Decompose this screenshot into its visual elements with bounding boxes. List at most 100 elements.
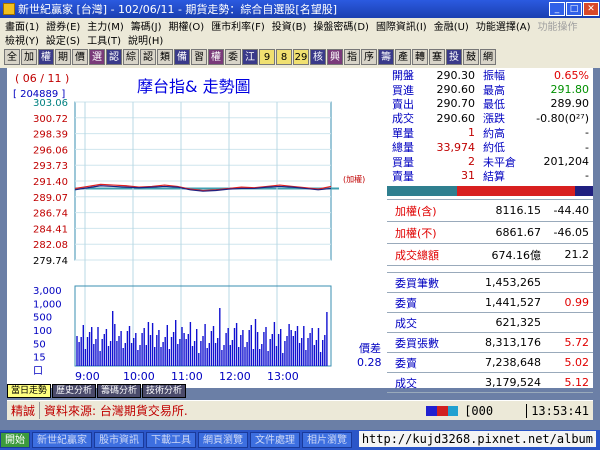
toolbar-button[interactable]: 轉 (412, 49, 428, 65)
order-ratio: 0.99 (564, 296, 590, 310)
toolbar-button[interactable]: 產 (395, 49, 411, 65)
close-button[interactable]: ✕ (583, 2, 599, 16)
order-row: 委買筆數 1,453,265 (387, 273, 593, 294)
toolbar-button[interactable]: 備 (174, 49, 190, 65)
toolbar-button[interactable]: 江 (242, 49, 258, 65)
toolbar-button[interactable]: 8 (276, 49, 292, 65)
toolbar-button[interactable]: 期 (55, 49, 71, 65)
quote-value: - (585, 140, 589, 154)
toolbar-button[interactable]: 認 (140, 49, 156, 65)
toolbar-button[interactable]: 9 (259, 49, 275, 65)
menu-item[interactable]: 畫面(1) (5, 18, 39, 33)
quote-row: 買量 2 未平倉 201,204 (387, 154, 593, 169)
menu-item[interactable]: 工具(T) (87, 32, 121, 47)
price-tick-label: 282.08 (33, 240, 68, 251)
toolbar-button[interactable]: 權 (38, 49, 54, 65)
toolbar-button[interactable]: 價 (72, 49, 88, 65)
footer-url: http://kujd3268.pixnet.net/album (358, 431, 596, 447)
price-tick-label: 300.72 (33, 114, 68, 125)
trend-chart: ( 06 / 11 ) 摩台指& 走勢圖 [ 204889 ] (加權) 價差 … (7, 68, 387, 388)
index-rows: 加權(含) 8116.15 -44.40 加權(不) 6861.67 -46.05 成交總額… (387, 199, 593, 267)
quote-label: 賣量 (392, 169, 414, 183)
taskbar-item[interactable]: 網頁瀏覽 (198, 432, 248, 448)
app-icon (3, 3, 15, 15)
tab-1[interactable]: 當日走勢 (7, 384, 52, 398)
quote-color-bar (387, 186, 593, 197)
order-label: 委賣 (395, 356, 417, 370)
index-row: 加權(不) 6861.67 -46.05 (387, 222, 593, 245)
toolbar-button[interactable]: 籌 (378, 49, 394, 65)
status-source: 資料來源: 台灣期貨交易所. (44, 404, 188, 418)
menu-item[interactable]: 金融(U) (434, 18, 469, 33)
order-label: 成交 (395, 376, 417, 390)
toolbar-button[interactable]: 選 (89, 49, 105, 65)
toolbar-button[interactable]: 指 (344, 49, 360, 65)
toolbar-button[interactable]: 鼓 (463, 49, 479, 65)
volume-tick-label: 口 (33, 366, 43, 377)
window-title: 新世紀贏家 [台灣] - 102/06/11 - 期貨走勢：綜合自選股[名望股] (18, 3, 337, 16)
toolbar-button[interactable]: 投 (446, 49, 462, 65)
menu-item[interactable]: 證券(E) (46, 18, 80, 33)
toolbar-button[interactable]: 核 (310, 49, 326, 65)
order-row: 委賣 1,441,527 0.99 (387, 293, 593, 314)
status-code: [000 (464, 403, 494, 418)
price-tick-label: 293.73 (33, 161, 68, 172)
index-change: -46.05 (553, 226, 589, 240)
menu-item[interactable]: 功能選擇(A) (476, 18, 531, 33)
quote-value: 290.70 (436, 97, 476, 111)
quote-value: 290.30 (436, 68, 476, 82)
toolbar-button[interactable]: 塞 (429, 49, 445, 65)
menu-item[interactable]: 功能操作 (537, 18, 577, 33)
menu-item[interactable]: 主力(M) (87, 18, 123, 33)
minimize-button[interactable]: _ (549, 2, 565, 16)
toolbar-button[interactable]: 類 (157, 49, 173, 65)
order-row: 委買張數 8,313,176 5.72 (387, 333, 593, 354)
quote-row: 賣量 31 結算 - (387, 169, 593, 183)
toolbar-button[interactable]: 全 (4, 49, 20, 65)
start-button[interactable]: 開始 (0, 432, 30, 448)
window-titlebar: 新世紀贏家 [台灣] - 102/06/11 - 期貨走勢：綜合自選股[名望股]… (0, 0, 600, 18)
price-tick-label: 289.07 (33, 193, 68, 204)
tab-2[interactable]: 歷史分析 (52, 384, 97, 398)
quote-value: -0.80(0²⁷) (536, 111, 589, 125)
taskbar-item[interactable]: 相片瀏覽 (302, 432, 352, 448)
quote-row: 賣出 290.70 最低 289.90 (387, 97, 593, 111)
taskbar-item[interactable]: 新世紀贏家 (32, 432, 92, 448)
menu-item[interactable]: 投資(B) (272, 18, 307, 33)
toolbar-button[interactable]: 序 (361, 49, 377, 65)
toolbar-button[interactable]: 加 (21, 49, 37, 65)
quote-row: 成交 290.60 漲跌 -0.80(0²⁷) (387, 111, 593, 126)
menu-item[interactable]: 期權(O) (169, 18, 205, 33)
tab-4[interactable]: 技術分析 (142, 384, 187, 398)
toolbar-button[interactable]: 習 (191, 49, 207, 65)
quote-value: 290.60 (436, 111, 476, 125)
toolbar-button[interactable]: 興 (327, 49, 343, 65)
time-tick-label: 12:00 (219, 370, 251, 383)
toolbar-button[interactable]: 網 (480, 49, 496, 65)
taskbar-item[interactable]: 文件處理 (250, 432, 300, 448)
tab-3[interactable]: 籌碼分析 (97, 384, 142, 398)
menu-item[interactable]: 說明(H) (128, 32, 163, 47)
toolbar-button[interactable]: 綜 (123, 49, 139, 65)
chart-date: ( 06 / 11 ) (15, 72, 69, 85)
quote-value: 289.90 (550, 97, 590, 111)
toolbar-button[interactable]: 權 (208, 49, 224, 65)
menu-item[interactable]: 籌碼(J) (131, 18, 162, 33)
taskbar-item[interactable]: 股市資訊 (94, 432, 144, 448)
toolbar-button[interactable]: 29 (293, 49, 309, 65)
menu-item[interactable]: 設定(S) (46, 32, 80, 47)
maximize-button[interactable]: □ (566, 2, 582, 16)
menu-item[interactable]: 匯市利率(F) (211, 18, 265, 33)
chart-panel: ( 06 / 11 ) 摩台指& 走勢圖 [ 204889 ] (加權) 價差 … (7, 68, 387, 388)
taskbar-item[interactable]: 下載工具 (146, 432, 196, 448)
order-row: 委賣 7,238,648 5.02 (387, 353, 593, 374)
toolbar-button[interactable]: 認 (106, 49, 122, 65)
menu-item[interactable]: 國際資訊(I) (376, 18, 427, 33)
toolbar-button[interactable]: 委 (225, 49, 241, 65)
menu-item[interactable]: 檢視(Y) (5, 32, 39, 47)
menu-item[interactable]: 操盤密碼(D) (313, 18, 369, 33)
order-ratio: 5.02 (564, 356, 590, 370)
time-tick-label: 11:00 (171, 370, 203, 383)
order-ratio: 5.72 (564, 336, 590, 350)
time-tick-label: 10:00 (123, 370, 155, 383)
